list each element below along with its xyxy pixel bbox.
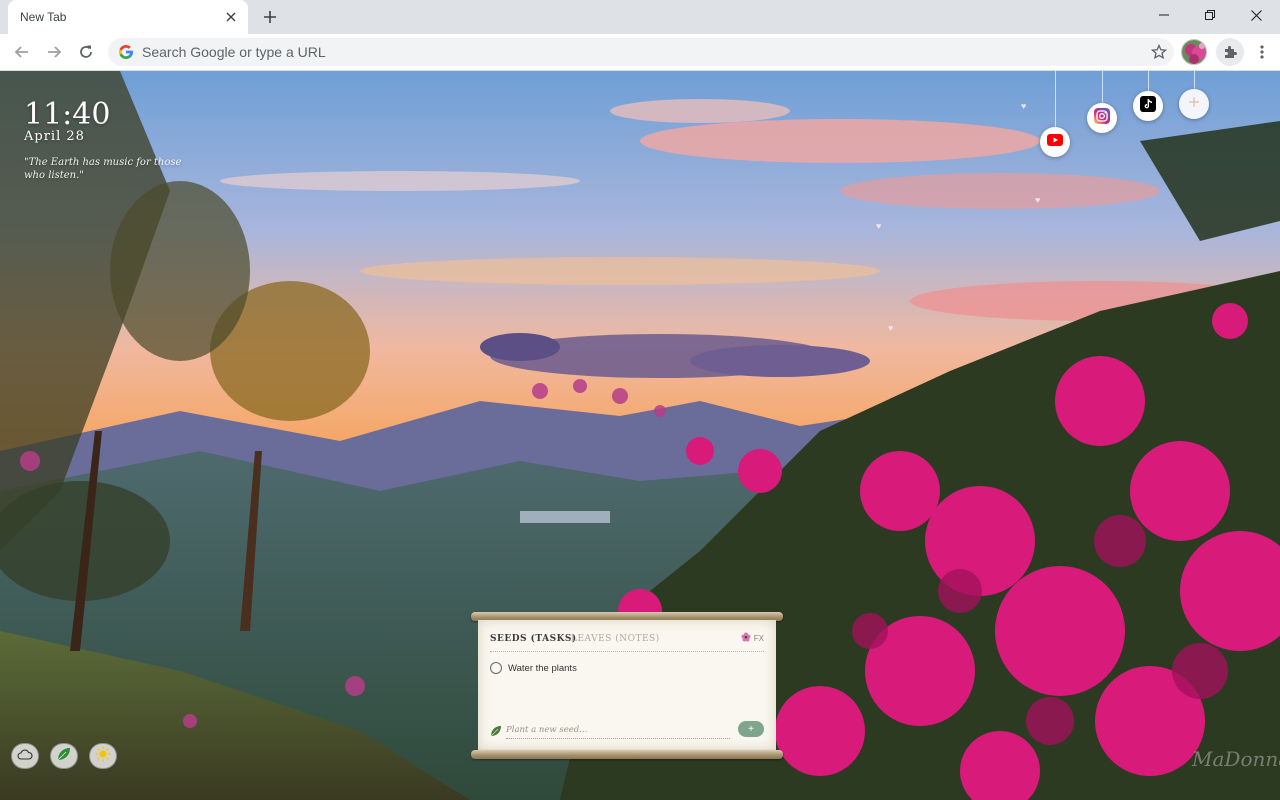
- tab-title: New Tab: [20, 10, 67, 24]
- restore-icon[interactable]: [1187, 0, 1233, 30]
- back-arrow-icon[interactable]: [8, 38, 36, 66]
- tiktok-shortcut[interactable]: [1133, 91, 1163, 121]
- divider: [490, 651, 764, 652]
- tab-new-tab[interactable]: New Tab: [8, 0, 248, 34]
- flower-icon: [741, 632, 751, 644]
- clock-quote: "The Earth has music for those who liste…: [24, 157, 182, 181]
- hanging-string: [1055, 71, 1056, 127]
- scroll-bottom-rod: [471, 750, 783, 759]
- tab-leaves-notes[interactable]: LEAVES (NOTES): [571, 634, 660, 644]
- plus-icon: [1188, 95, 1200, 113]
- minimize-icon[interactable]: [1141, 0, 1187, 30]
- task-label: Water the plants: [508, 662, 577, 674]
- fx-label: FX: [753, 633, 764, 643]
- close-window-icon[interactable]: [1233, 0, 1279, 30]
- sun-icon: [95, 746, 111, 767]
- youtube-icon: [1047, 133, 1063, 151]
- sun-toggle-button[interactable]: [89, 743, 117, 769]
- cloud-toggle-button[interactable]: [11, 743, 39, 769]
- heart-decoration-icon: ♥: [876, 221, 882, 231]
- forward-arrow-icon[interactable]: [40, 38, 68, 66]
- new-tab-page: 11:40 April 28 "The Earth has music for …: [0, 71, 1280, 800]
- task-checkbox[interactable]: [490, 662, 502, 674]
- tiktok-icon: [1140, 95, 1156, 117]
- kebab-menu-icon[interactable]: [1250, 38, 1274, 66]
- bookmark-star-icon[interactable]: [1150, 43, 1168, 61]
- hanging-string: [1194, 71, 1195, 89]
- omnibox-input[interactable]: [142, 38, 1122, 66]
- browser-toolbar: [0, 34, 1280, 71]
- hanging-string: [1102, 71, 1103, 103]
- tab-seeds-tasks[interactable]: SEEDS (TASKS): [490, 634, 577, 644]
- omnibox[interactable]: [108, 38, 1174, 66]
- clock-time: 11:40: [24, 97, 111, 132]
- heart-decoration-icon: ♥: [1021, 101, 1027, 111]
- extensions-puzzle-icon[interactable]: [1216, 38, 1244, 66]
- add-shortcut-button[interactable]: [1179, 89, 1209, 119]
- google-g-icon: [118, 44, 134, 60]
- leaf-toggle-button[interactable]: [50, 743, 78, 769]
- heart-decoration-icon: ♥: [888, 323, 894, 333]
- hanging-string: [1148, 71, 1149, 91]
- close-tab-icon[interactable]: [222, 8, 240, 26]
- new-task-input[interactable]: [506, 721, 730, 739]
- instagram-icon: [1094, 107, 1110, 129]
- tab-strip: New Tab: [0, 0, 1280, 34]
- profile-avatar-icon[interactable]: [1181, 39, 1207, 65]
- fx-button[interactable]: FX: [741, 632, 764, 644]
- instagram-shortcut[interactable]: [1087, 103, 1117, 133]
- leaf-icon: [57, 747, 71, 766]
- new-task-row: +: [490, 721, 764, 739]
- reload-icon[interactable]: [72, 38, 100, 66]
- new-tab-plus-icon[interactable]: [258, 5, 282, 29]
- task-scroll-widget: SEEDS (TASKS) LEAVES (NOTES) FX Water th…: [478, 620, 776, 750]
- add-task-button[interactable]: +: [738, 721, 764, 737]
- task-item: Water the plants: [490, 662, 577, 674]
- clock-widget: 11:40 April 28 "The Earth has music for …: [24, 99, 194, 182]
- signature-watermark: MaDonna: [1192, 747, 1280, 771]
- leaf-icon: [490, 724, 502, 737]
- cloud-icon: [17, 747, 33, 765]
- youtube-shortcut[interactable]: [1040, 127, 1070, 157]
- heart-decoration-icon: ♥: [1035, 195, 1041, 205]
